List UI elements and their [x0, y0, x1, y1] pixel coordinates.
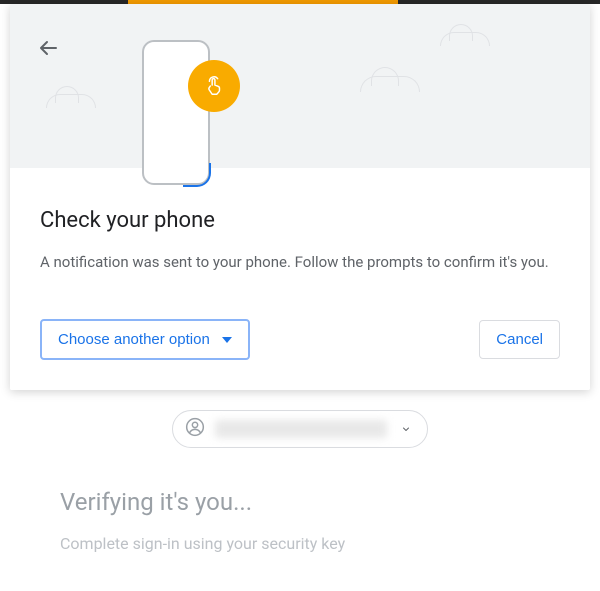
modal-actions: Choose another option Cancel	[40, 319, 560, 360]
modal-heading: Check your phone	[40, 208, 560, 233]
cancel-button[interactable]: Cancel	[479, 320, 560, 359]
back-button[interactable]	[34, 34, 62, 62]
choose-option-label: Choose another option	[58, 331, 210, 348]
cloud-decoration	[440, 32, 490, 46]
modal-hero	[10, 4, 590, 168]
chevron-down-icon[interactable]	[397, 420, 415, 438]
check-phone-modal: Check your phone A notification was sent…	[10, 4, 590, 390]
backdrop-verify-panel: Verifying it's you... Complete sign-in u…	[60, 410, 540, 553]
modal-subtext: A notification was sent to your phone. F…	[40, 251, 560, 274]
cloud-decoration	[360, 76, 420, 92]
modal-body: Check your phone A notification was sent…	[10, 168, 590, 390]
phone-illustration	[142, 40, 214, 185]
phone-frame	[142, 40, 210, 185]
cloud-decoration	[46, 94, 96, 108]
verify-subtext: Complete sign-in using your security key	[60, 534, 540, 553]
user-avatar-icon	[185, 417, 205, 441]
caret-down-icon	[222, 337, 232, 343]
arrow-left-icon	[36, 36, 60, 60]
verify-heading: Verifying it's you...	[60, 488, 540, 516]
phone-loading-arc	[183, 163, 211, 187]
choose-another-option-button[interactable]: Choose another option	[40, 319, 250, 360]
account-chip[interactable]	[172, 410, 428, 448]
account-email-redacted	[215, 420, 387, 438]
tap-icon	[188, 60, 240, 112]
